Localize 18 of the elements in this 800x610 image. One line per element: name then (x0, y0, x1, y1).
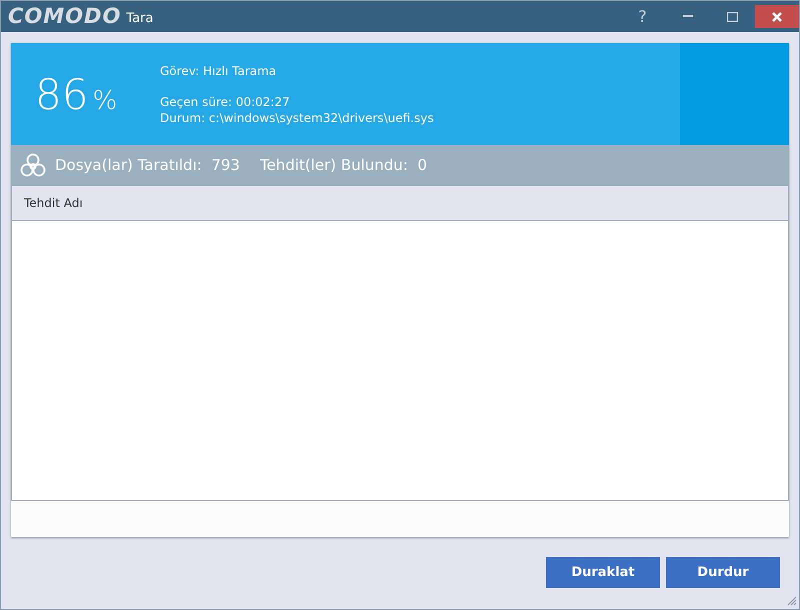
column-header[interactable]: Tehdit Adı (24, 194, 83, 212)
maximize-icon (727, 12, 738, 22)
help-button[interactable]: ? (620, 5, 665, 28)
close-icon (772, 12, 782, 22)
biohazard-icon (19, 152, 47, 180)
action-button[interactable]: Durdur (666, 557, 780, 588)
summary-text: Tehdit(ler) Bulundu: 0 (260, 155, 428, 176)
progress-percent: 86% (35, 68, 118, 120)
info-line: Görev: Hızlı Tarama (160, 62, 278, 78)
info-line: Geçen süre: 00:02:27 (160, 94, 291, 110)
minimize-icon (682, 15, 692, 18)
action-button[interactable]: Duraklat (546, 557, 660, 588)
close-button[interactable] (755, 5, 799, 28)
summary-text: Dosya(lar) Taratıldı: 793 (55, 155, 240, 176)
resize-grip-icon[interactable] (787, 596, 797, 606)
window-title: Tara (126, 10, 154, 28)
app-logo: COMODO (8, 2, 122, 30)
info-line: Durum: c:\windows\system32\drivers\uefi.sys (160, 110, 434, 126)
